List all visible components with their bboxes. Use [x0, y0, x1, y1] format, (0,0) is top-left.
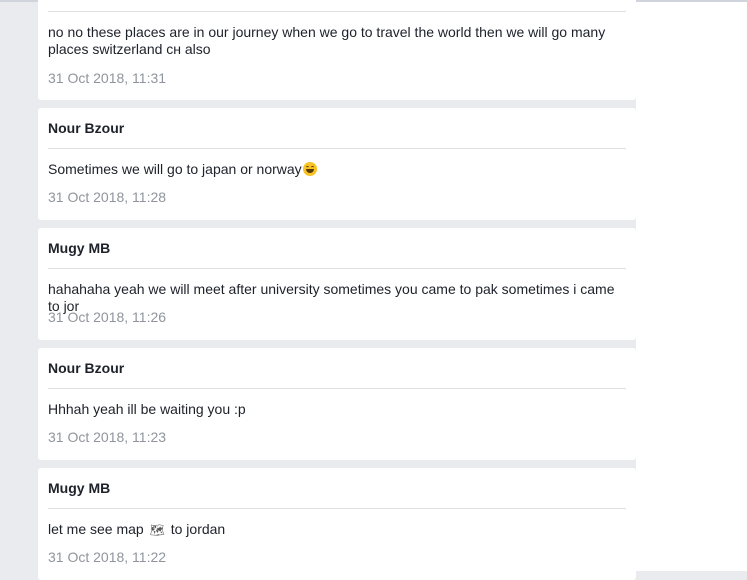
message-card: Mugy MB let me see map 🗺 to jordan 31 Oc…: [38, 468, 636, 580]
message-text-body: Sometimes we will go to japan or norway: [48, 161, 302, 177]
message-header: Nour Bzour: [48, 348, 626, 389]
message-text: no no these places are in our journey wh…: [48, 24, 610, 57]
message-timestamp: 31 Oct 2018, 11:31: [48, 70, 167, 86]
divider: [48, 11, 626, 12]
message-timestamp: 31 Oct 2018, 11:23: [48, 429, 167, 445]
message-card: no no these places are in our journey wh…: [38, 0, 636, 100]
message-header: Mugy MB: [48, 228, 626, 269]
message-text: let me see map 🗺 to jordan: [48, 521, 626, 539]
message-text: Hhhah yeah ill be waiting you :p: [48, 401, 246, 417]
message-timestamp: 31 Oct 2018, 11:28: [48, 189, 167, 205]
message-header: Nour Bzour: [48, 108, 626, 149]
world-map-icon: 🗺: [149, 523, 165, 537]
author-name[interactable]: Mugy MB: [48, 240, 110, 256]
message-card: Mugy MB hahahaha yeah we will meet after…: [38, 228, 636, 340]
message-timestamp: 31 Oct 2018, 11:26: [48, 309, 167, 325]
message-card: Nour Bzour Sometimes we will go to japan…: [38, 108, 636, 220]
author-name[interactable]: Nour Bzour: [48, 360, 124, 376]
message-text-before: let me see map: [48, 521, 144, 537]
message-text-after: to jordan: [170, 521, 226, 537]
author-name[interactable]: Mugy MB: [48, 480, 110, 496]
message-timestamp: 31 Oct 2018, 11:22: [48, 549, 167, 565]
message-header: Mugy MB: [48, 468, 626, 509]
tears-of-joy-emoji-icon: [302, 162, 317, 176]
right-panel: [636, 2, 747, 571]
author-name[interactable]: Nour Bzour: [48, 120, 124, 136]
message-text: Sometimes we will go to japan or norway: [48, 161, 626, 178]
message-card: Nour Bzour Hhhah yeah ill be waiting you…: [38, 348, 636, 460]
